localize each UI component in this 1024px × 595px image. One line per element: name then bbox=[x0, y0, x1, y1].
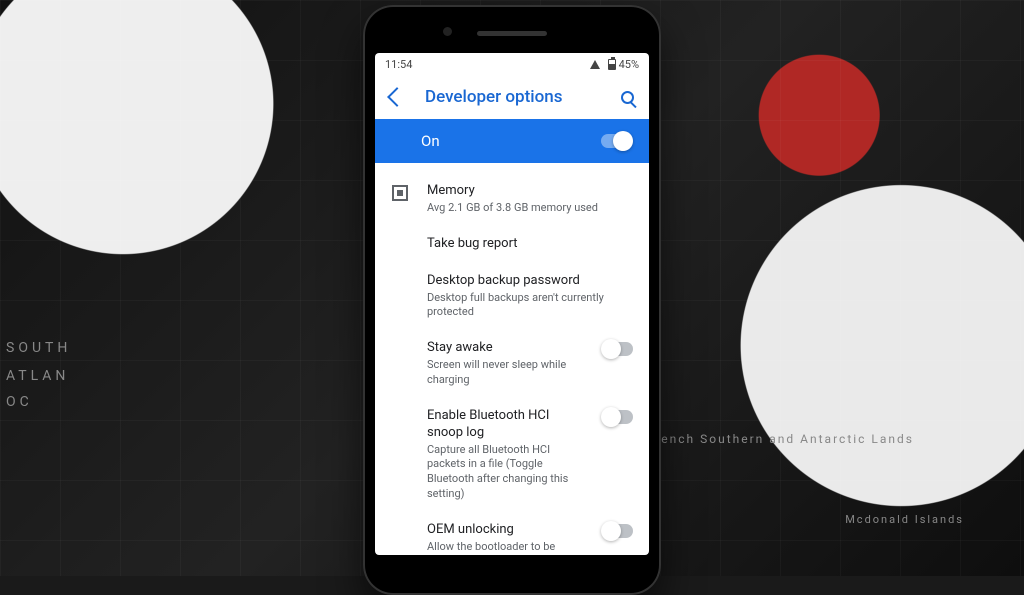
chip-icon bbox=[389, 183, 411, 201]
settings-row[interactable]: Desktop backup passwordDesktop full back… bbox=[375, 263, 649, 331]
row-subtitle: Capture all Bluetooth HCI packets in a f… bbox=[427, 443, 587, 502]
page-title: Developer options bbox=[425, 87, 599, 107]
switch[interactable] bbox=[603, 410, 633, 424]
row-text: OEM unlockingAllow the bootloader to be … bbox=[427, 522, 587, 555]
row-text: Stay awakeScreen will never sleep while … bbox=[427, 340, 587, 388]
arrow-left-icon bbox=[387, 87, 407, 107]
row-text: Desktop backup passwordDesktop full back… bbox=[427, 273, 633, 321]
row-subtitle: Allow the bootloader to be unlocked bbox=[427, 540, 587, 555]
row-text: Take bug report bbox=[427, 236, 633, 253]
phone-screen: 11:54 45% Developer options On MemoryAvg… bbox=[375, 53, 649, 555]
battery-icon bbox=[608, 59, 616, 70]
bg-text: ATLAN bbox=[6, 368, 69, 384]
master-toggle-row[interactable]: On bbox=[375, 119, 649, 163]
row-toggle[interactable] bbox=[603, 340, 633, 356]
switch[interactable] bbox=[603, 524, 633, 538]
phone-front-camera bbox=[443, 27, 452, 36]
app-bar: Developer options bbox=[375, 75, 649, 119]
row-title: OEM unlocking bbox=[427, 522, 587, 539]
row-text: MemoryAvg 2.1 GB of 3.8 GB memory used bbox=[427, 183, 633, 216]
row-subtitle: Screen will never sleep while charging bbox=[427, 358, 587, 388]
status-bar: 11:54 45% bbox=[375, 53, 649, 75]
phone-frame: 11:54 45% Developer options On MemoryAvg… bbox=[363, 5, 661, 595]
settings-row[interactable]: Enable Bluetooth HCI snoop logCapture al… bbox=[375, 398, 649, 512]
settings-row[interactable]: OEM unlockingAllow the bootloader to be … bbox=[375, 512, 649, 555]
settings-list[interactable]: MemoryAvg 2.1 GB of 3.8 GB memory used Ta… bbox=[375, 163, 649, 555]
bg-text: OC bbox=[6, 394, 33, 410]
row-subtitle: Avg 2.1 GB of 3.8 GB memory used bbox=[427, 201, 633, 216]
row-toggle[interactable] bbox=[603, 408, 633, 424]
row-title: Take bug report bbox=[427, 236, 633, 253]
search-icon bbox=[621, 91, 634, 104]
row-title: Enable Bluetooth HCI snoop log bbox=[427, 408, 587, 442]
back-button[interactable] bbox=[383, 83, 411, 111]
row-title: Stay awake bbox=[427, 340, 587, 357]
row-toggle[interactable] bbox=[603, 522, 633, 538]
switch[interactable] bbox=[603, 342, 633, 356]
phone-speaker bbox=[477, 31, 547, 36]
row-title: Desktop backup password bbox=[427, 273, 633, 290]
battery-percent: 45% bbox=[619, 58, 639, 71]
settings-row[interactable]: Stay awakeScreen will never sleep while … bbox=[375, 330, 649, 398]
row-text: Enable Bluetooth HCI snoop logCapture al… bbox=[427, 408, 587, 502]
row-subtitle: Desktop full backups aren't currently pr… bbox=[427, 291, 633, 321]
status-time: 11:54 bbox=[385, 58, 412, 71]
search-button[interactable] bbox=[613, 83, 641, 111]
bg-text: SOUTH bbox=[6, 340, 71, 356]
row-title: Memory bbox=[427, 183, 633, 200]
master-toggle-label: On bbox=[421, 132, 440, 150]
bg-text: Mcdonald Islands bbox=[845, 513, 964, 526]
settings-row[interactable]: MemoryAvg 2.1 GB of 3.8 GB memory used bbox=[375, 173, 649, 226]
master-switch[interactable] bbox=[601, 134, 631, 148]
bg-text: French Southern and Antarctic Lands bbox=[647, 432, 914, 446]
settings-row[interactable]: Take bug report bbox=[375, 226, 649, 263]
cell-signal-icon bbox=[590, 60, 600, 69]
